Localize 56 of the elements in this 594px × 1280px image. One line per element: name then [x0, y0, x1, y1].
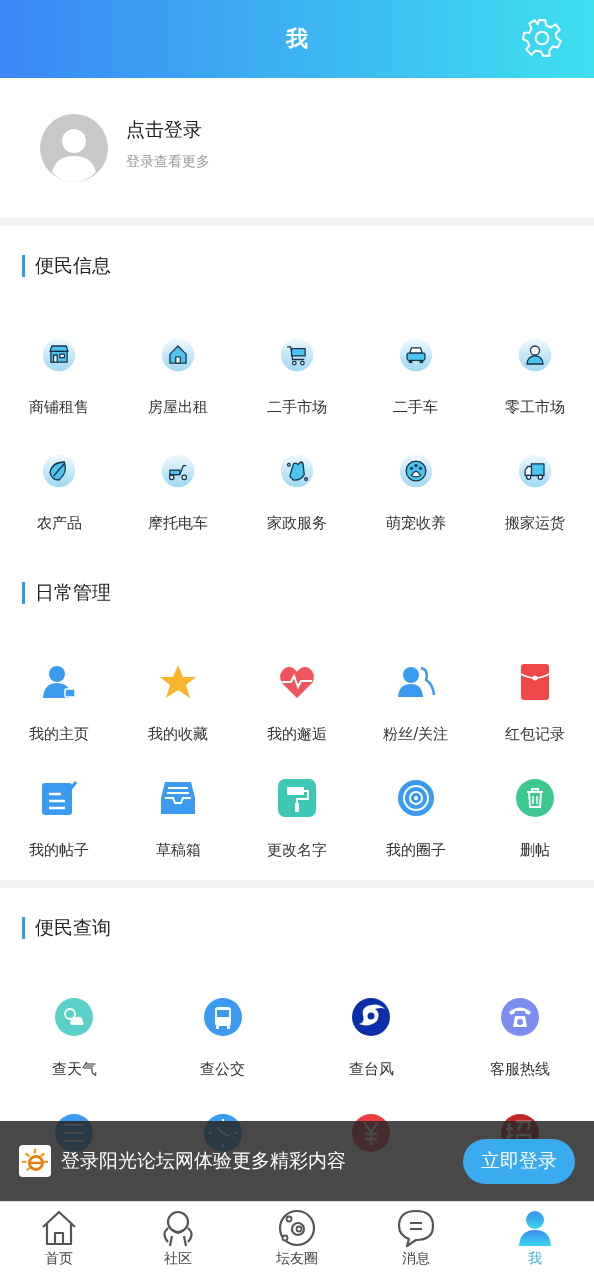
tab[interactable]: 消息 [356, 1202, 476, 1280]
grid-item-label[interactable]: 草稿箱 [155, 840, 201, 860]
tab[interactable]: 社区 [118, 1202, 238, 1280]
truck-icon[interactable] [516, 453, 553, 489]
grid-item-label[interactable]: 零工市场 [504, 397, 565, 417]
sun-logo-icon [19, 1145, 51, 1177]
grid-item-label[interactable]: 我的收藏 [148, 724, 209, 744]
grid-item-label[interactable]: 房屋出租 [148, 397, 209, 417]
grid-item-label[interactable]: 农产品 [36, 513, 82, 533]
typhoon-icon[interactable] [351, 997, 392, 1037]
tab[interactable]: 坛友圈 [237, 1202, 357, 1280]
leaf-icon[interactable] [41, 453, 78, 489]
trash-icon[interactable] [514, 778, 555, 818]
chat-bubble-icon [395, 1208, 436, 1248]
grid-item-label[interactable]: 我的主页 [29, 724, 90, 744]
bus-icon[interactable] [202, 997, 243, 1037]
grid-item-label[interactable]: 我的邂逅 [267, 724, 327, 744]
grid-item-label[interactable]: 查公交 [200, 1059, 246, 1079]
grid-item-label[interactable]: 删帖 [519, 840, 550, 860]
login-link[interactable]: 点击登录 [126, 117, 210, 143]
grid-item-label[interactable]: 摩托电车 [148, 513, 209, 533]
section-title: 便民信息 [35, 253, 111, 278]
orbit-icon [277, 1208, 317, 1248]
grid-item-label[interactable]: 家政服务 [267, 513, 327, 533]
note-icon[interactable] [39, 778, 80, 818]
section-title: 便民查询 [35, 915, 111, 940]
worker-icon[interactable] [516, 337, 553, 373]
house-icon[interactable] [160, 337, 197, 373]
grid-item-label[interactable]: 客服热线 [489, 1059, 550, 1079]
login-hint: 登录查看更多 [126, 153, 210, 171]
weather-icon[interactable] [54, 997, 95, 1037]
grid-item-label[interactable]: 查台风 [348, 1059, 394, 1079]
section-title: 日常管理 [35, 580, 111, 605]
car-icon[interactable] [397, 337, 434, 373]
tab[interactable]: 首页 [0, 1202, 119, 1280]
paw-icon[interactable] [397, 453, 434, 489]
grid-item-label[interactable]: 红包记录 [504, 724, 565, 744]
phone-icon[interactable] [499, 997, 540, 1037]
cart-icon[interactable] [279, 337, 315, 373]
page-title: 我 [286, 25, 308, 53]
grid-item-label[interactable]: 二手车 [393, 397, 439, 417]
target-icon[interactable] [395, 778, 436, 818]
grid-item-label[interactable]: 二手市场 [267, 397, 327, 417]
grid-item-label[interactable]: 我的圈子 [385, 840, 446, 860]
scooter-icon[interactable] [160, 453, 197, 489]
paint-roller-icon[interactable] [277, 778, 317, 818]
grid-item-label[interactable]: 查天气 [51, 1059, 97, 1079]
banner-text: 登录阳光论坛网体验更多精彩内容 [61, 1148, 347, 1173]
grid-item-label[interactable]: 更改名字 [267, 840, 327, 860]
grid-item-label[interactable]: 商铺租售 [29, 397, 90, 417]
grid-item-label[interactable]: 萌宠收养 [385, 513, 446, 533]
shop-icon[interactable] [41, 337, 78, 373]
settings-icon[interactable] [521, 17, 563, 59]
grid-item-label[interactable]: 粉丝/关注 [383, 724, 449, 744]
grid-item-label[interactable]: 我的帖子 [29, 840, 90, 860]
grid-item-label[interactable]: 搬家运货 [504, 513, 565, 533]
